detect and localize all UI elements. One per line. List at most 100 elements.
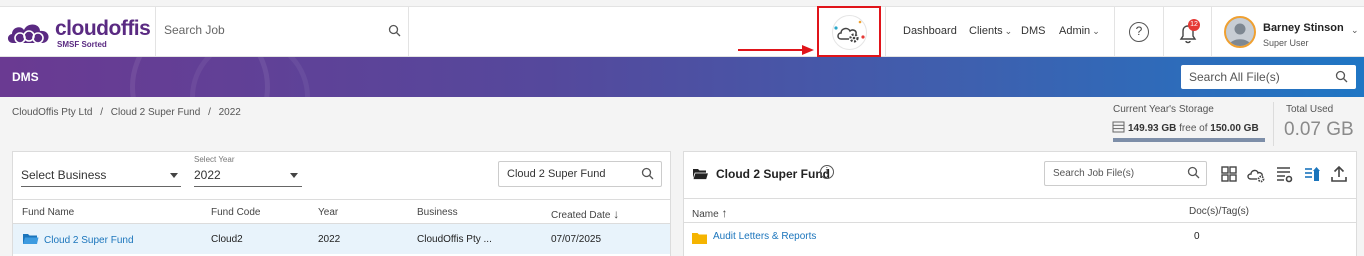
caret-down-icon bbox=[170, 173, 178, 178]
nav-dms-label: DMS bbox=[1021, 25, 1046, 37]
column-header-name[interactable]: Name ↑ bbox=[692, 206, 727, 220]
fund-name-cell[interactable]: Cloud 2 Super Fund bbox=[44, 235, 134, 246]
chevron-down-icon[interactable]: ⌄ bbox=[1351, 25, 1359, 36]
logo-title: cloudoffis bbox=[55, 17, 151, 40]
storage-summary: 149.93 GB free of 150.00 GB bbox=[1112, 121, 1259, 134]
nav-admin[interactable]: Admin ⌄ bbox=[1059, 25, 1100, 37]
user-role: Super User bbox=[1263, 38, 1309, 48]
chevron-down-icon: ⌄ bbox=[1004, 26, 1013, 36]
storage-free-text: free of bbox=[1179, 123, 1208, 134]
search-icon[interactable] bbox=[388, 24, 401, 37]
user-avatar-icon bbox=[1226, 18, 1254, 46]
fund-search bbox=[498, 161, 662, 187]
nav-clients[interactable]: Clients ⌄ bbox=[969, 25, 1012, 37]
user-name[interactable]: Barney Stinson bbox=[1263, 22, 1344, 34]
chevron-down-icon: ⌄ bbox=[1092, 26, 1100, 36]
column-header-name-label: Name bbox=[692, 209, 719, 220]
page-title: DMS bbox=[12, 70, 39, 84]
tag-list-icon[interactable] bbox=[1302, 164, 1322, 184]
total-used-label: Total Used bbox=[1286, 104, 1334, 115]
breadcrumb-item: 2022 bbox=[218, 107, 241, 118]
column-header-created-date[interactable]: Created Date ↓ bbox=[551, 207, 619, 221]
fund-list-panel: Select Business Select Year 2022 Fund Na… bbox=[12, 151, 671, 256]
column-header-fund-code[interactable]: Fund Code bbox=[211, 207, 260, 218]
caret-down-icon bbox=[290, 173, 298, 178]
breadcrumb-separator: / bbox=[100, 107, 103, 118]
job-file-search-input[interactable] bbox=[1053, 168, 1173, 179]
page-banner: DMS bbox=[0, 57, 1364, 97]
red-arrow-annotation bbox=[738, 45, 814, 55]
upload-icon[interactable] bbox=[1329, 164, 1349, 184]
breadcrumb-item[interactable]: Cloud 2 Super Fund bbox=[111, 107, 201, 118]
year-select-label: Select Year bbox=[194, 155, 235, 164]
doc-count-cell: 0 bbox=[1194, 231, 1200, 242]
search-all-files bbox=[1181, 65, 1356, 89]
created-date-cell: 07/07/2025 bbox=[551, 234, 602, 245]
search-all-files-input[interactable] bbox=[1189, 70, 1329, 84]
logo[interactable]: cloudoffis SMSF Sorted bbox=[5, 17, 155, 51]
sort-up-icon: ↑ bbox=[721, 206, 728, 220]
job-search-input[interactable] bbox=[164, 23, 374, 37]
search-icon[interactable] bbox=[641, 167, 654, 180]
storage-total: 150.00 GB bbox=[1210, 123, 1259, 134]
info-icon[interactable]: i bbox=[820, 165, 834, 179]
folder-contents-panel: Cloud 2 Super Fund i Na bbox=[683, 151, 1357, 256]
table-header: Name ↑ Doc(s)/Tag(s) bbox=[684, 198, 1356, 223]
job-file-search bbox=[1044, 161, 1207, 186]
breadcrumb-item[interactable]: CloudOffis Pty Ltd bbox=[12, 107, 92, 118]
column-header-docs-tags[interactable]: Doc(s)/Tag(s) bbox=[1189, 206, 1249, 217]
nav-clients-label: Clients bbox=[969, 25, 1003, 37]
job-search bbox=[156, 7, 408, 56]
nav-dms[interactable]: DMS bbox=[1021, 25, 1045, 37]
breadcrumb-separator: / bbox=[208, 107, 211, 118]
total-used-value: 0.07 GB bbox=[1284, 119, 1354, 140]
storage-label: Current Year's Storage bbox=[1113, 104, 1214, 115]
divider bbox=[1273, 102, 1274, 146]
logo-tagline: SMSF Sorted bbox=[57, 40, 107, 49]
column-header-fund-name[interactable]: Fund Name bbox=[22, 207, 74, 218]
select-underline bbox=[194, 186, 302, 187]
cloud-settings-icon bbox=[834, 20, 865, 43]
cloud-settings-icon[interactable] bbox=[1246, 164, 1266, 184]
nav-admin-label: Admin bbox=[1059, 25, 1091, 37]
column-header-year[interactable]: Year bbox=[318, 207, 338, 218]
nav-dashboard-label: Dashboard bbox=[903, 25, 957, 37]
list-settings-icon[interactable] bbox=[1274, 164, 1294, 184]
notification-badge: 12 bbox=[1188, 19, 1200, 31]
banner-decoration bbox=[190, 57, 310, 97]
search-icon[interactable] bbox=[1187, 166, 1200, 179]
sort-down-icon: ↓ bbox=[613, 207, 620, 221]
nav-dashboard[interactable]: Dashboard bbox=[903, 25, 957, 37]
grid-view-icon[interactable] bbox=[1219, 164, 1239, 184]
folder-open-icon bbox=[23, 234, 39, 244]
business-select-value: Select Business bbox=[21, 168, 107, 182]
table-row[interactable]: Audit Letters & Reports 0 bbox=[684, 223, 1356, 253]
table-header: Fund Name Fund Code Year Business Create… bbox=[13, 199, 670, 224]
breadcrumb: CloudOffis Pty Ltd / Cloud 2 Super Fund … bbox=[12, 107, 241, 118]
search-icon[interactable] bbox=[1335, 70, 1348, 83]
folder-open-icon bbox=[692, 169, 709, 180]
column-header-business[interactable]: Business bbox=[417, 207, 458, 218]
year-select-value: 2022 bbox=[194, 168, 221, 182]
year-cell: 2022 bbox=[318, 234, 341, 245]
storage-used: 149.93 GB bbox=[1128, 123, 1177, 134]
divider bbox=[1211, 7, 1212, 56]
divider bbox=[1114, 7, 1115, 56]
avatar[interactable] bbox=[1224, 16, 1256, 48]
top-bar: cloudoffis SMSF Sorted Dashboard Clients… bbox=[0, 6, 1364, 57]
divider bbox=[408, 7, 409, 56]
folder-name-cell[interactable]: Audit Letters & Reports bbox=[713, 231, 816, 242]
fund-search-input[interactable] bbox=[507, 168, 632, 180]
folder-title: Cloud 2 Super Fund bbox=[716, 167, 830, 181]
storage-progress-bar bbox=[1113, 138, 1265, 142]
help-button[interactable]: ? bbox=[1129, 22, 1149, 42]
storage-progress-fill bbox=[1113, 138, 1265, 142]
table-row[interactable]: Cloud 2 Super Fund Cloud2 2022 CloudOffi… bbox=[13, 224, 670, 254]
cloud-sync-button[interactable] bbox=[817, 6, 881, 57]
logo-mark-icon bbox=[7, 24, 49, 44]
folder-icon bbox=[692, 233, 707, 244]
divider bbox=[885, 7, 886, 56]
business-cell: CloudOffis Pty ... bbox=[417, 234, 492, 245]
fund-code-cell: Cloud2 bbox=[211, 234, 243, 245]
divider bbox=[1163, 7, 1164, 56]
